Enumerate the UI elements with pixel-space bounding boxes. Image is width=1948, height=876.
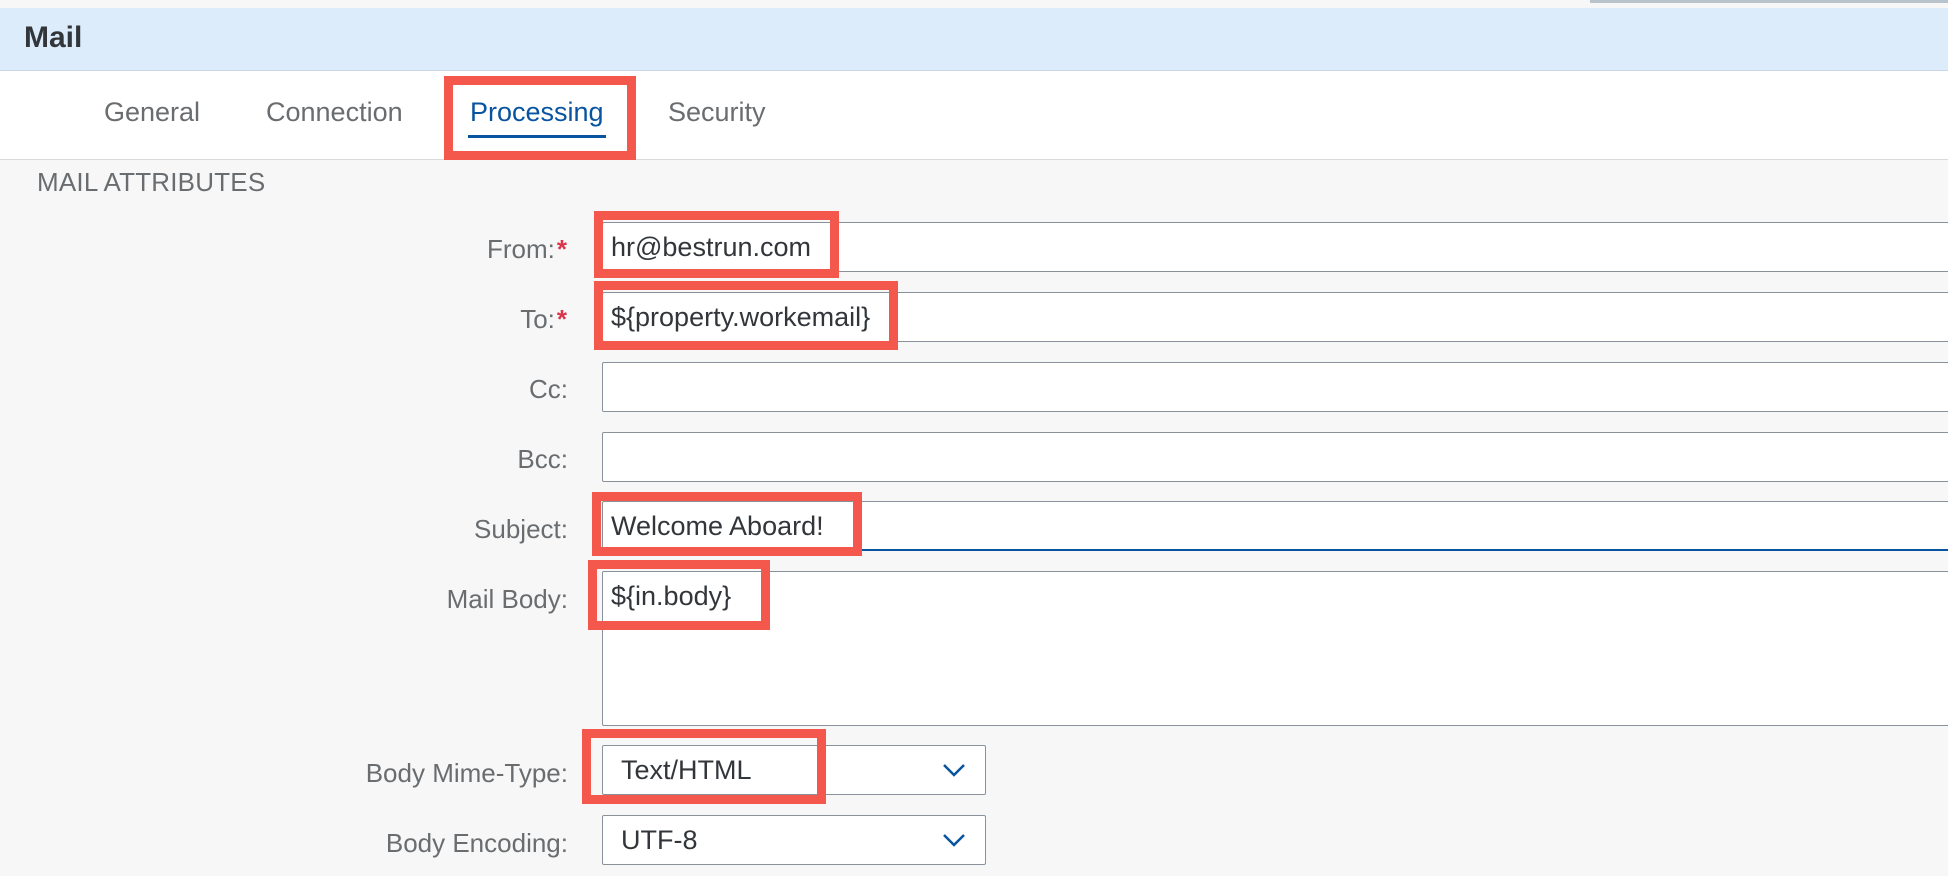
tab-bar: General Connection Processing Security — [0, 71, 1948, 160]
body-encoding-label: Body Encoding: — [385, 828, 568, 858]
to-label-text: To: — [520, 304, 555, 334]
mail-body-value: ${in.body} — [611, 581, 732, 611]
from-required-marker: * — [556, 234, 567, 264]
top-strip — [0, 0, 1948, 8]
tab-connection[interactable]: Connection — [266, 97, 403, 128]
cc-label: Cc: — [529, 374, 568, 404]
from-label: From:* — [487, 234, 567, 265]
body-mime-type-value: Text/HTML — [621, 755, 752, 785]
from-label-text: From: — [486, 234, 555, 264]
bcc-field[interactable] — [602, 432, 1948, 482]
body-encoding-value: UTF-8 — [621, 825, 698, 855]
top-strip-edge — [1590, 0, 1948, 3]
from-field[interactable]: hr@bestrun.com — [602, 222, 1948, 272]
from-value: hr@bestrun.com — [611, 232, 811, 262]
subject-label: Subject: — [474, 514, 568, 544]
to-required-marker: * — [556, 304, 567, 334]
mail-body-label: Mail Body: — [446, 584, 568, 614]
to-field[interactable]: ${property.workemail} — [602, 292, 1948, 342]
tab-general[interactable]: General — [104, 97, 200, 128]
cc-field[interactable] — [602, 362, 1948, 412]
to-label: To:* — [520, 304, 567, 335]
bcc-label: Bcc: — [517, 444, 568, 474]
chevron-down-icon[interactable] — [941, 760, 967, 780]
body-encoding-select[interactable]: UTF-8 — [602, 815, 986, 865]
body-mime-type-label: Body Mime-Type: — [365, 758, 568, 788]
to-value: ${property.workemail} — [611, 302, 871, 332]
subject-value: Welcome Aboard! — [611, 511, 824, 541]
body-mime-type-select[interactable]: Text/HTML — [602, 745, 986, 795]
subject-field[interactable]: Welcome Aboard! — [602, 501, 1948, 551]
chevron-down-icon[interactable] — [941, 830, 967, 850]
section-title: MAIL ATTRIBUTES — [37, 167, 266, 197]
mail-body-textarea[interactable]: ${in.body} — [602, 571, 1948, 726]
page-title: Mail — [24, 21, 83, 54]
tab-processing[interactable]: Processing — [468, 97, 606, 138]
tab-security[interactable]: Security — [668, 97, 766, 128]
page-header: Mail — [0, 8, 1948, 71]
